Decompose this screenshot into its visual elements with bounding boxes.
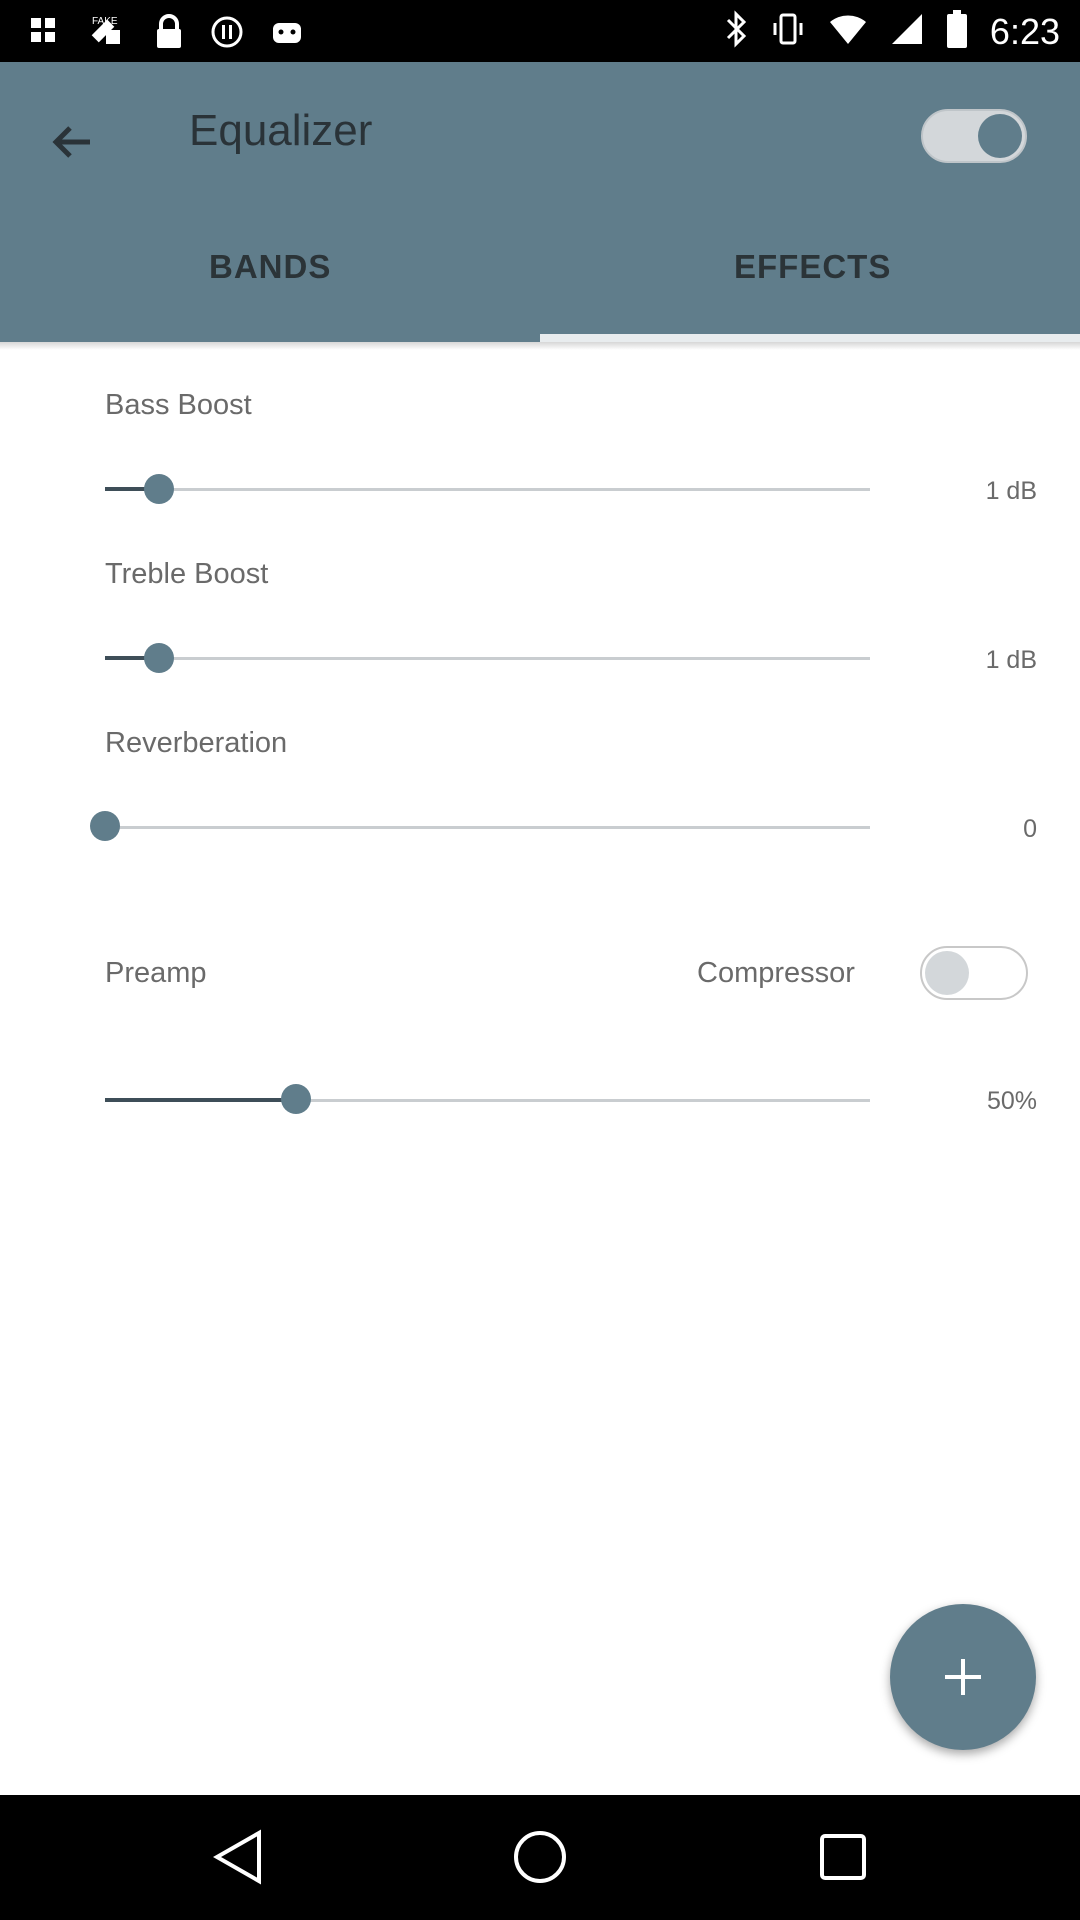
- signal-icon: [890, 12, 924, 51]
- preamp-value: 50%: [986, 1087, 1037, 1115]
- reverberation-value: 0: [1023, 815, 1037, 843]
- preamp-fill: [105, 1098, 297, 1102]
- page-title: Equalizer: [189, 106, 373, 155]
- pause-icon: [210, 15, 244, 54]
- treble-boost-thumb[interactable]: [143, 643, 174, 673]
- photos-icon: [28, 15, 62, 54]
- navigation-bar: [0, 1795, 1080, 1920]
- bass-boost-label: Bass Boost: [105, 389, 252, 421]
- bass-boost-value: 1 dB: [985, 477, 1037, 505]
- tab-bands[interactable]: BANDS: [209, 248, 331, 286]
- bluetooth-icon: [724, 10, 748, 53]
- preamp-thumb[interactable]: [281, 1084, 312, 1114]
- reverberation-thumb[interactable]: [90, 811, 120, 841]
- fake-gps-icon: FAKE: [88, 12, 128, 57]
- add-preset-button[interactable]: [890, 1604, 1036, 1750]
- plus-icon: [945, 1659, 981, 1695]
- back-icon: [213, 1829, 261, 1885]
- battery-icon: [946, 10, 968, 53]
- tab-indicator: [540, 334, 1080, 342]
- app-bar: Equalizer BANDS EFFECTS: [0, 62, 1080, 342]
- lock-icon: [154, 14, 184, 55]
- tab-effects[interactable]: EFFECTS: [734, 248, 891, 286]
- bass-boost-thumb[interactable]: [143, 474, 174, 504]
- nav-recents-button[interactable]: [811, 1825, 875, 1889]
- back-button[interactable]: [40, 110, 104, 174]
- status-time: 6:23: [989, 10, 1060, 52]
- equalizer-toggle[interactable]: [920, 108, 1028, 164]
- treble-boost-label: Treble Boost: [105, 558, 269, 590]
- arrow-back-icon: [52, 126, 90, 158]
- wifi-icon: [828, 12, 868, 51]
- reverberation-label: Reverberation: [105, 727, 288, 759]
- preamp-label: Preamp: [105, 957, 207, 989]
- nav-back-button[interactable]: [206, 1825, 270, 1889]
- android-icon: [270, 15, 304, 54]
- vibrate-icon: [770, 11, 806, 52]
- treble-boost-value: 1 dB: [985, 646, 1037, 674]
- compressor-label: Compressor: [697, 957, 855, 989]
- nav-home-button[interactable]: [508, 1825, 572, 1889]
- svg-text:FAKE: FAKE: [92, 16, 118, 27]
- home-icon: [514, 1831, 566, 1883]
- status-bar: FAKE 6:23: [0, 0, 1080, 62]
- recents-icon: [820, 1834, 866, 1880]
